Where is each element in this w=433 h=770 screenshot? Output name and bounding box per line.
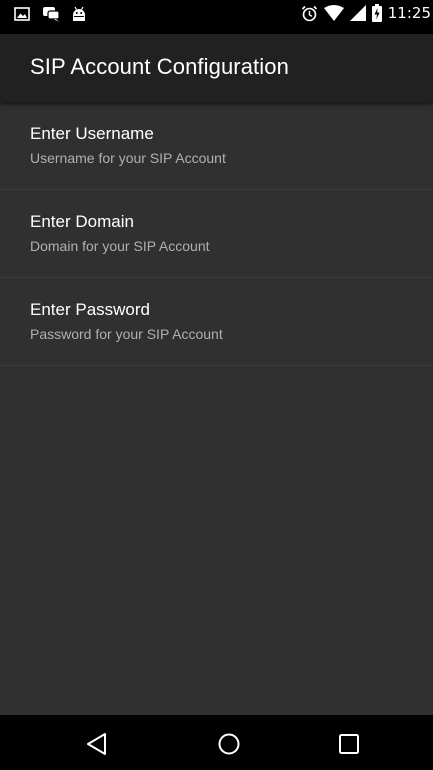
back-icon[interactable] [82, 729, 112, 759]
status-bar: 11:25 [0, 0, 433, 34]
pref-summary: Domain for your SIP Account [30, 238, 210, 254]
pref-summary: Username for your SIP Account [30, 150, 226, 166]
status-time: 11:25 [387, 4, 431, 22]
system-icons: 11:25 [301, 4, 431, 22]
pref-title: Enter Password [30, 300, 150, 319]
preference-list: Enter Username Username for your SIP Acc… [0, 102, 433, 715]
battery-charging-icon [371, 4, 382, 22]
android-debug-icon [72, 6, 86, 22]
chat-notification-icon [42, 6, 60, 22]
recents-icon[interactable] [334, 729, 364, 759]
cell-signal-icon [349, 5, 366, 21]
home-icon[interactable] [214, 729, 244, 759]
pref-item-domain[interactable]: Enter Domain Domain for your SIP Account [0, 190, 433, 278]
pref-title: Enter Username [30, 124, 154, 143]
pref-item-password[interactable]: Enter Password Password for your SIP Acc… [0, 278, 433, 366]
navigation-bar [0, 715, 433, 770]
pref-title: Enter Domain [30, 212, 134, 231]
image-notification-icon [14, 7, 30, 21]
wifi-icon [323, 5, 344, 21]
pref-item-username[interactable]: Enter Username Username for your SIP Acc… [0, 102, 433, 190]
pref-summary: Password for your SIP Account [30, 326, 223, 342]
alarm-icon [301, 5, 318, 22]
notification-icons [14, 6, 86, 22]
page-title: SIP Account Configuration [30, 54, 289, 79]
app-bar: SIP Account Configuration [0, 34, 433, 102]
